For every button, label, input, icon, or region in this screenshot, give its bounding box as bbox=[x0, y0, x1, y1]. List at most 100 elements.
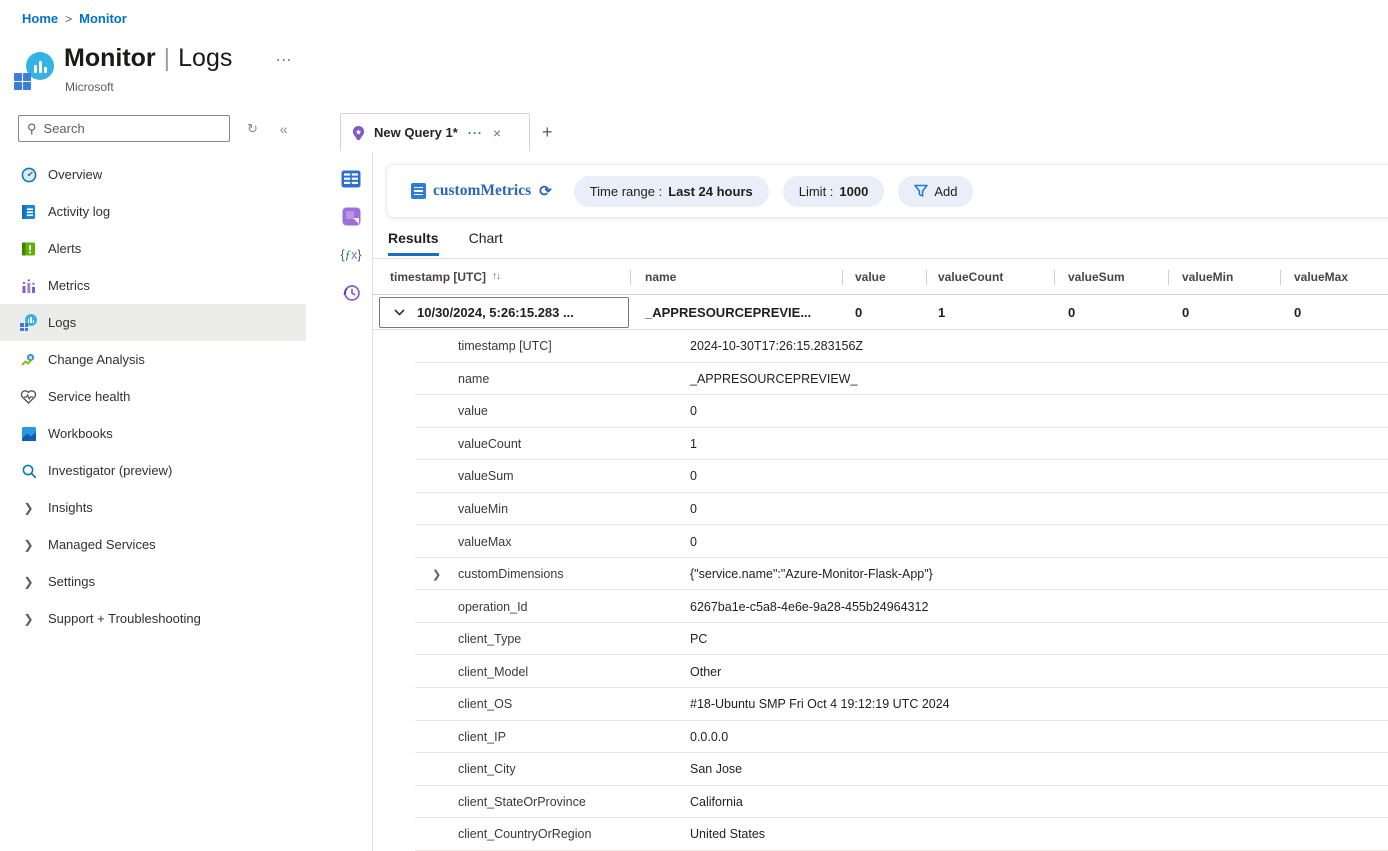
column-header-valuecount[interactable]: valueCount bbox=[926, 259, 1054, 294]
sidebar-item-insights[interactable]: ❯ Insights bbox=[0, 489, 306, 526]
sidebar-item-change-analysis[interactable]: Change Analysis bbox=[0, 341, 306, 378]
sidebar-item-alerts[interactable]: Alerts bbox=[0, 230, 306, 267]
sidebar-item-activity-log[interactable]: Activity log bbox=[0, 193, 306, 230]
sidebar-item-logs[interactable]: Logs bbox=[0, 304, 306, 341]
detail-row[interactable]: valueSum0 bbox=[372, 460, 1388, 493]
sidebar-item-investigator[interactable]: Investigator (preview) bbox=[0, 452, 306, 489]
chevron-down-icon[interactable] bbox=[394, 309, 405, 316]
sidebar-item-label: Insights bbox=[48, 500, 93, 515]
time-range-pill[interactable]: Time range : Last 24 hours bbox=[574, 176, 769, 207]
column-header-timestamp[interactable]: timestamp [UTC] ↑↓ bbox=[372, 259, 630, 294]
sidebar-item-label: Logs bbox=[48, 315, 76, 330]
detail-value: 0 bbox=[690, 469, 697, 483]
row-valuemin: 0 bbox=[1168, 305, 1280, 320]
tab-chart[interactable]: Chart bbox=[469, 230, 503, 256]
functions-panel-icon[interactable]: {ƒx} bbox=[341, 244, 362, 265]
query-refresh-icon[interactable]: ⟳ bbox=[539, 182, 552, 200]
tab-close-icon[interactable]: × bbox=[493, 125, 501, 141]
new-tab-button[interactable]: + bbox=[542, 122, 553, 143]
search-input[interactable] bbox=[44, 121, 221, 136]
results-grid-header: timestamp [UTC] ↑↓ name value valueCount… bbox=[372, 258, 1388, 295]
sidebar-item-workbooks[interactable]: Workbooks bbox=[0, 415, 306, 452]
chevron-right-icon[interactable]: ❯ bbox=[432, 568, 441, 581]
sidebar-item-overview[interactable]: Overview bbox=[0, 156, 306, 193]
detail-key: valueCount bbox=[372, 437, 690, 451]
tab-more-icon[interactable]: ··· bbox=[468, 126, 483, 140]
detail-row[interactable]: client_ModelOther bbox=[372, 655, 1388, 688]
detail-row[interactable]: client_CountryOrRegionUnited States bbox=[372, 818, 1388, 851]
detail-row[interactable]: client_TypePC bbox=[372, 623, 1388, 656]
title-more-icon[interactable]: ... bbox=[276, 48, 292, 66]
sidebar-item-label: Metrics bbox=[48, 278, 90, 293]
focused-timestamp-cell[interactable]: 10/30/2024, 5:26:15.283 ... bbox=[379, 297, 629, 328]
sidebar-item-label: Service health bbox=[48, 389, 130, 404]
tools-icon-strip: {ƒx} bbox=[334, 168, 368, 303]
detail-row-customdimensions[interactable]: ❯ customDimensions{"service.name":"Azure… bbox=[372, 558, 1388, 591]
query-history-icon[interactable] bbox=[341, 282, 362, 303]
detail-row[interactable]: client_OS#18-Ubuntu SMP Fri Oct 4 19:12:… bbox=[372, 688, 1388, 721]
column-header-value[interactable]: value bbox=[842, 259, 926, 294]
chevron-right-icon: ❯ bbox=[20, 501, 37, 515]
detail-row[interactable]: client_IP0.0.0.0 bbox=[372, 721, 1388, 754]
sidebar-item-managed-services[interactable]: ❯ Managed Services bbox=[0, 526, 306, 563]
detail-key: valueMin bbox=[372, 502, 690, 516]
sidebar-collapse-icon[interactable]: « bbox=[280, 121, 288, 137]
investigator-icon bbox=[20, 462, 37, 479]
table-chip[interactable]: customMetrics bbox=[411, 182, 531, 200]
detail-key: client_City bbox=[372, 762, 690, 776]
detail-key: client_Type bbox=[372, 632, 690, 646]
page-title-secondary: Logs bbox=[178, 44, 232, 72]
row-value: 0 bbox=[842, 305, 926, 320]
detail-row[interactable]: valueMin0 bbox=[372, 493, 1388, 526]
detail-row[interactable]: valueMax0 bbox=[372, 525, 1388, 558]
result-row[interactable]: 10/30/2024, 5:26:15.283 ... _APPRESOURCE… bbox=[372, 295, 1388, 330]
detail-value: 0 bbox=[690, 502, 697, 516]
column-label: valueMax bbox=[1294, 270, 1348, 284]
row-details: timestamp [UTC]2024-10-30T17:26:15.28315… bbox=[372, 330, 1388, 851]
change-analysis-icon bbox=[20, 351, 37, 368]
detail-value: 6267ba1e-c5a8-4e6e-9a28-455b24964312 bbox=[690, 600, 928, 614]
detail-row[interactable]: client_StateOrProvinceCalifornia bbox=[372, 786, 1388, 819]
detail-row[interactable]: name_APPRESOURCEPREVIEW_ bbox=[372, 363, 1388, 396]
sidebar-item-service-health[interactable]: Service health bbox=[0, 378, 306, 415]
query-tab-label: New Query 1* bbox=[374, 125, 458, 140]
row-valuesum: 0 bbox=[1054, 305, 1168, 320]
sidebar-item-label: Investigator (preview) bbox=[48, 463, 172, 478]
detail-key: client_CountryOrRegion bbox=[372, 827, 690, 841]
sidebar-item-settings[interactable]: ❯ Settings bbox=[0, 563, 306, 600]
chevron-right-icon: ❯ bbox=[20, 612, 37, 626]
column-header-valuemax[interactable]: valueMax bbox=[1280, 259, 1388, 294]
sidebar-item-label: Activity log bbox=[48, 204, 110, 219]
detail-row[interactable]: operation_Id6267ba1e-c5a8-4e6e-9a28-455b… bbox=[372, 590, 1388, 623]
detail-value: San Jose bbox=[690, 762, 742, 776]
page-title-separator: | bbox=[164, 44, 171, 72]
breadcrumb-monitor-link[interactable]: Monitor bbox=[79, 11, 127, 26]
limit-label: Limit : bbox=[799, 184, 834, 199]
detail-row[interactable]: value0 bbox=[372, 395, 1388, 428]
sidebar-item-support-troubleshooting[interactable]: ❯ Support + Troubleshooting bbox=[0, 600, 306, 637]
detail-key: valueMax bbox=[372, 535, 690, 549]
tab-results[interactable]: Results bbox=[388, 230, 439, 256]
detail-key: name bbox=[372, 372, 690, 386]
detail-row[interactable]: valueCount1 bbox=[372, 428, 1388, 461]
sidebar-item-metrics[interactable]: Metrics bbox=[0, 267, 306, 304]
query-tab[interactable]: New Query 1* ··· × bbox=[340, 113, 530, 151]
column-label: valueMin bbox=[1182, 270, 1233, 284]
limit-pill[interactable]: Limit : 1000 bbox=[783, 176, 885, 207]
column-header-valuemin[interactable]: valueMin bbox=[1168, 259, 1280, 294]
sort-icons[interactable]: ↑↓ bbox=[492, 271, 500, 282]
tables-panel-icon[interactable] bbox=[341, 168, 362, 189]
detail-row[interactable]: timestamp [UTC]2024-10-30T17:26:15.28315… bbox=[372, 330, 1388, 363]
column-header-name[interactable]: name bbox=[630, 259, 842, 294]
add-filter-pill[interactable]: Add bbox=[898, 176, 973, 207]
column-header-valuesum[interactable]: valueSum bbox=[1054, 259, 1168, 294]
sidebar-refresh-icon[interactable]: ↻ bbox=[247, 121, 258, 137]
limit-value: 1000 bbox=[839, 184, 868, 199]
page-title: Monitor|Logs bbox=[64, 44, 232, 73]
detail-value: PC bbox=[690, 632, 707, 646]
queries-panel-icon[interactable] bbox=[341, 206, 362, 227]
funnel-icon bbox=[914, 184, 928, 198]
workbooks-icon bbox=[20, 425, 37, 442]
detail-row[interactable]: client_CitySan Jose bbox=[372, 753, 1388, 786]
breadcrumb-home-link[interactable]: Home bbox=[22, 11, 58, 26]
